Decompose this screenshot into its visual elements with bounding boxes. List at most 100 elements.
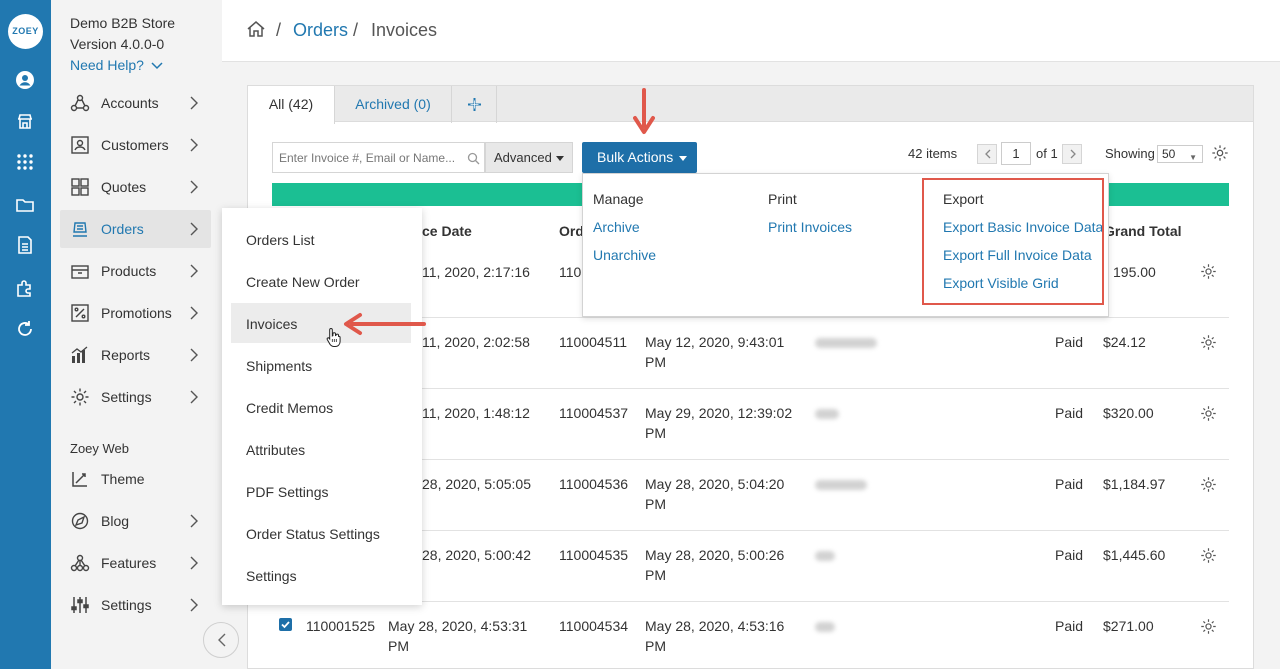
- page-of: of 1: [1036, 146, 1058, 161]
- search-input[interactable]: [273, 143, 463, 172]
- invoice-date-cell-pm: PM: [388, 638, 409, 654]
- store-name: Demo B2B Store: [70, 15, 176, 31]
- chevron-right-icon: [187, 514, 201, 528]
- chevron-right-icon: [187, 264, 201, 278]
- sidebar-item-quotes[interactable]: Quotes: [60, 168, 211, 206]
- menu-item-unarchive[interactable]: Unarchive: [593, 247, 656, 263]
- sidebar-item-settings[interactable]: Settings: [60, 378, 211, 416]
- order-date-cell-pm: PM: [645, 496, 666, 512]
- invoice-search: [272, 142, 485, 173]
- tab-archived[interactable]: Archived (0): [335, 86, 452, 123]
- redacted-customer-name: [815, 409, 839, 419]
- plus-icon: [468, 98, 481, 111]
- account-circle-icon[interactable]: [15, 70, 35, 90]
- order-date-cell: May 28, 2020, 4:53:16: [645, 618, 785, 634]
- chevron-right-icon: [187, 96, 201, 110]
- sidebar-item-label: Blog: [101, 513, 130, 529]
- chevron-left-icon: [218, 633, 226, 647]
- sidebar-item-label: Products: [101, 263, 157, 279]
- grand-total-cell: 195.00: [1113, 264, 1156, 280]
- search-icon[interactable]: [467, 152, 480, 165]
- sidebar-item-theme[interactable]: Theme: [60, 460, 211, 498]
- menu-item-archive[interactable]: Archive: [593, 219, 640, 235]
- column-header-invoice-date[interactable]: ce Date: [422, 223, 472, 239]
- section-label-zoey-web: Zoey Web: [70, 441, 130, 456]
- prev-page-button[interactable]: [977, 144, 997, 164]
- row-gear-icon[interactable]: [1200, 618, 1217, 635]
- row-gear-icon[interactable]: [1200, 334, 1217, 351]
- sidebar-item-reports[interactable]: Reports: [60, 336, 211, 374]
- sidebar-item-customers[interactable]: Customers: [60, 126, 211, 164]
- menu-heading-print: Print: [768, 191, 797, 207]
- tab-all[interactable]: All (42): [248, 86, 335, 124]
- grand-total-cell: $1,184.97: [1103, 476, 1166, 492]
- customers-icon: [70, 135, 90, 155]
- menu-item-invoices[interactable]: Invoices: [246, 316, 297, 332]
- status-cell: Paid: [1055, 547, 1084, 563]
- sidebar-item-label: Theme: [101, 471, 145, 487]
- menu-item-print-invoices[interactable]: Print Invoices: [768, 219, 852, 235]
- row-gear-icon[interactable]: [1200, 405, 1217, 422]
- breadcrumb-orders-link[interactable]: Orders: [293, 20, 348, 41]
- invoice-date-cell: 11, 2020, 2:17:16: [422, 264, 530, 280]
- row-gear-icon[interactable]: [1200, 263, 1217, 280]
- order-date-cell-pm: PM: [645, 638, 666, 654]
- order-number-cell: 110004536: [559, 476, 629, 492]
- bulk-actions-button[interactable]: Bulk Actions: [582, 142, 697, 173]
- chevron-right-icon: [187, 138, 201, 152]
- quotes-icon: [70, 177, 90, 197]
- order-date-cell: May 29, 2020, 12:39:02: [645, 405, 793, 421]
- sidebar-item-promotions[interactable]: Promotions: [60, 294, 211, 332]
- home-icon[interactable]: [246, 19, 266, 39]
- row-gear-icon[interactable]: [1200, 476, 1217, 493]
- chevron-left-icon: [985, 149, 991, 159]
- advanced-search-button[interactable]: Advanced: [485, 142, 573, 173]
- menu-item-pdf-settings[interactable]: PDF Settings: [246, 484, 328, 500]
- chevron-right-icon: [187, 348, 201, 362]
- menu-item-settings[interactable]: Settings: [246, 568, 297, 584]
- row-gear-icon[interactable]: [1200, 547, 1217, 564]
- sidebar-item-features[interactable]: Features: [60, 544, 211, 582]
- sidebar-item-products[interactable]: Products: [60, 252, 211, 290]
- refresh-icon[interactable]: [15, 319, 35, 339]
- order-number-cell: 110004535: [559, 547, 629, 563]
- menu-item-credit-memos[interactable]: Credit Memos: [246, 400, 333, 416]
- document-icon[interactable]: [15, 235, 35, 255]
- column-header-order[interactable]: Ord: [559, 223, 584, 239]
- need-help-link[interactable]: Need Help?: [70, 57, 163, 73]
- blog-icon: [70, 511, 90, 531]
- invoice-date-cell: 28, 2020, 5:05:05: [422, 476, 531, 492]
- per-page-select[interactable]: 50 ▼: [1157, 145, 1203, 163]
- tab-bar: All (42) Archived (0): [247, 85, 1254, 124]
- store-icon[interactable]: [15, 111, 35, 131]
- add-tab-button[interactable]: [452, 86, 497, 123]
- puzzle-icon[interactable]: [15, 278, 35, 298]
- sidebar-item-accounts[interactable]: Accounts: [60, 84, 211, 122]
- menu-item-shipments[interactable]: Shipments: [246, 358, 312, 374]
- sidebar-item-web-settings[interactable]: Settings: [60, 586, 211, 624]
- menu-item-create-new-order[interactable]: Create New Order: [246, 274, 360, 290]
- page-number-input[interactable]: 1: [1001, 142, 1031, 165]
- grid-settings-gear-icon[interactable]: [1211, 144, 1229, 162]
- invoice-number-cell: 110001525: [306, 618, 376, 634]
- invoice-date-cell: 28, 2020, 5:00:42: [422, 547, 531, 563]
- caret-down-icon: [556, 156, 564, 161]
- sidebar-item-blog[interactable]: Blog: [60, 502, 211, 540]
- row-checkbox[interactable]: [279, 618, 292, 631]
- menu-item-order-status-settings[interactable]: Order Status Settings: [246, 526, 380, 542]
- zoey-logo[interactable]: ZOEY: [8, 14, 43, 49]
- sidebar-item-label: Orders: [101, 221, 144, 237]
- status-cell: Paid: [1055, 618, 1084, 634]
- folder-icon[interactable]: [15, 195, 35, 215]
- next-page-button[interactable]: [1062, 144, 1082, 164]
- order-number-cell: 110004534: [559, 618, 629, 634]
- collapse-sidebar-button[interactable]: [203, 622, 239, 658]
- invoice-date-cell: 11, 2020, 1:48:12: [422, 405, 530, 421]
- check-icon: [281, 621, 290, 629]
- column-header-grand-total[interactable]: Grand Total: [1104, 223, 1182, 239]
- apps-grid-icon[interactable]: [15, 152, 35, 172]
- menu-item-orders-list[interactable]: Orders List: [246, 232, 314, 248]
- sidebar-item-orders[interactable]: Orders: [60, 210, 211, 248]
- menu-item-attributes[interactable]: Attributes: [246, 442, 305, 458]
- order-date-cell-pm: PM: [645, 354, 666, 370]
